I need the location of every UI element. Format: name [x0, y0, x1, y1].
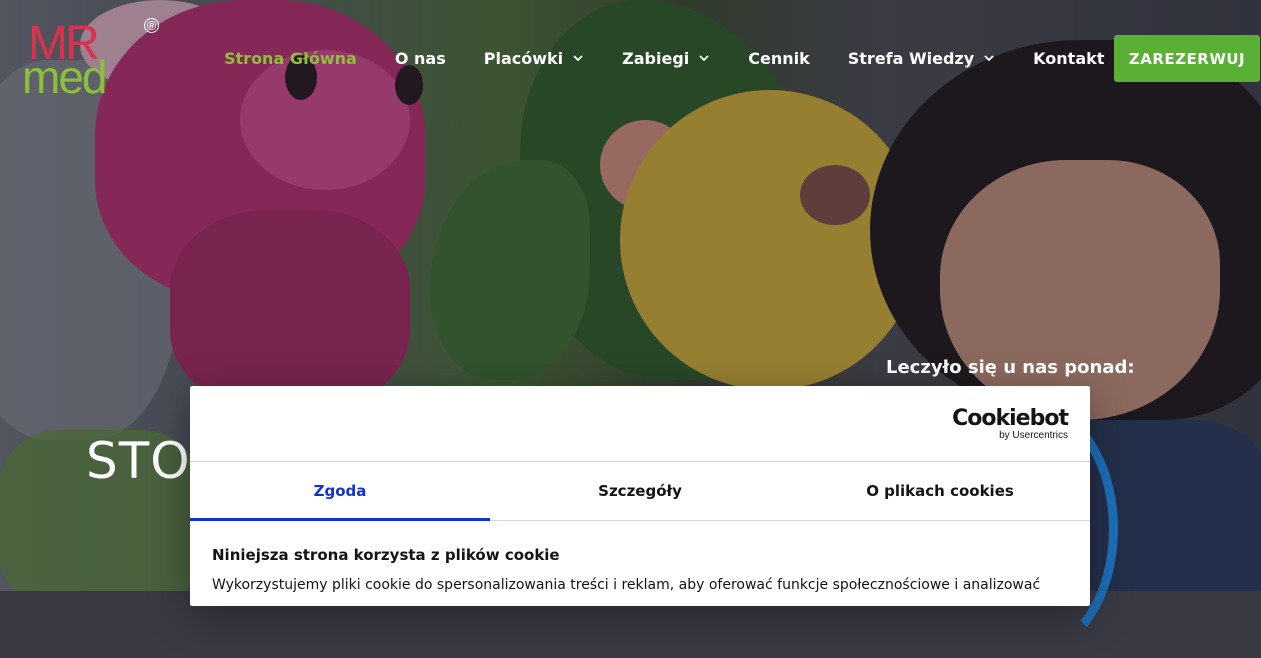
nav-label: O nas — [394, 48, 446, 68]
nav-label: Placówki — [483, 48, 564, 68]
chevron-down-icon — [984, 55, 994, 62]
nav-item-locations[interactable]: Placówki — [484, 49, 584, 68]
nav-label: Cennik — [748, 48, 810, 68]
nav-item-home[interactable]: Strona Główna — [224, 49, 357, 68]
nav-item-knowledge[interactable]: Strefa Wiedzy — [848, 49, 995, 68]
cookie-tabs: Zgoda Szczegóły O plikach cookies — [190, 461, 1090, 521]
chevron-down-icon — [699, 55, 709, 62]
registered-mark: ® — [144, 18, 159, 33]
patients-counter-label: Leczyło się u nas ponad: — [886, 357, 1135, 378]
nav-label: Zabiegi — [622, 48, 690, 68]
nav-label: Strona Główna — [224, 48, 357, 68]
main-nav: Strona Główna O nas Placówki Zabiegi Cen… — [224, 46, 1142, 70]
tab-details[interactable]: Szczegóły — [490, 462, 790, 520]
nav-item-about[interactable]: O nas — [395, 49, 446, 68]
nav-item-pricing[interactable]: Cennik — [748, 49, 810, 68]
nav-item-treatments[interactable]: Zabiegi — [622, 49, 710, 68]
nav-label: Strefa Wiedzy — [847, 48, 975, 68]
cookiebot-brand: Cookiebot — [952, 406, 1069, 431]
cookiebot-byline: by Usercentrics — [999, 430, 1068, 441]
chevron-down-icon — [573, 55, 583, 62]
nav-label: Kontakt — [1033, 48, 1105, 68]
cookie-heading: Niniejsza strona korzysta z plików cooki… — [212, 546, 560, 564]
logo-text-bottom: med — [22, 51, 107, 103]
tab-about-cookies[interactable]: O plikach cookies — [790, 462, 1090, 520]
tab-consent[interactable]: Zgoda — [190, 462, 490, 521]
cookiebot-logo: Cookiebot by Usercentrics — [952, 406, 1069, 442]
book-button[interactable]: ZAREZERWUJ — [1114, 35, 1260, 82]
site-logo[interactable]: MR med ® — [20, 17, 165, 103]
nav-item-contact[interactable]: Kontakt — [1033, 49, 1104, 68]
cookie-consent-dialog: Cookiebot by Usercentrics Zgoda Szczegół… — [190, 386, 1090, 606]
